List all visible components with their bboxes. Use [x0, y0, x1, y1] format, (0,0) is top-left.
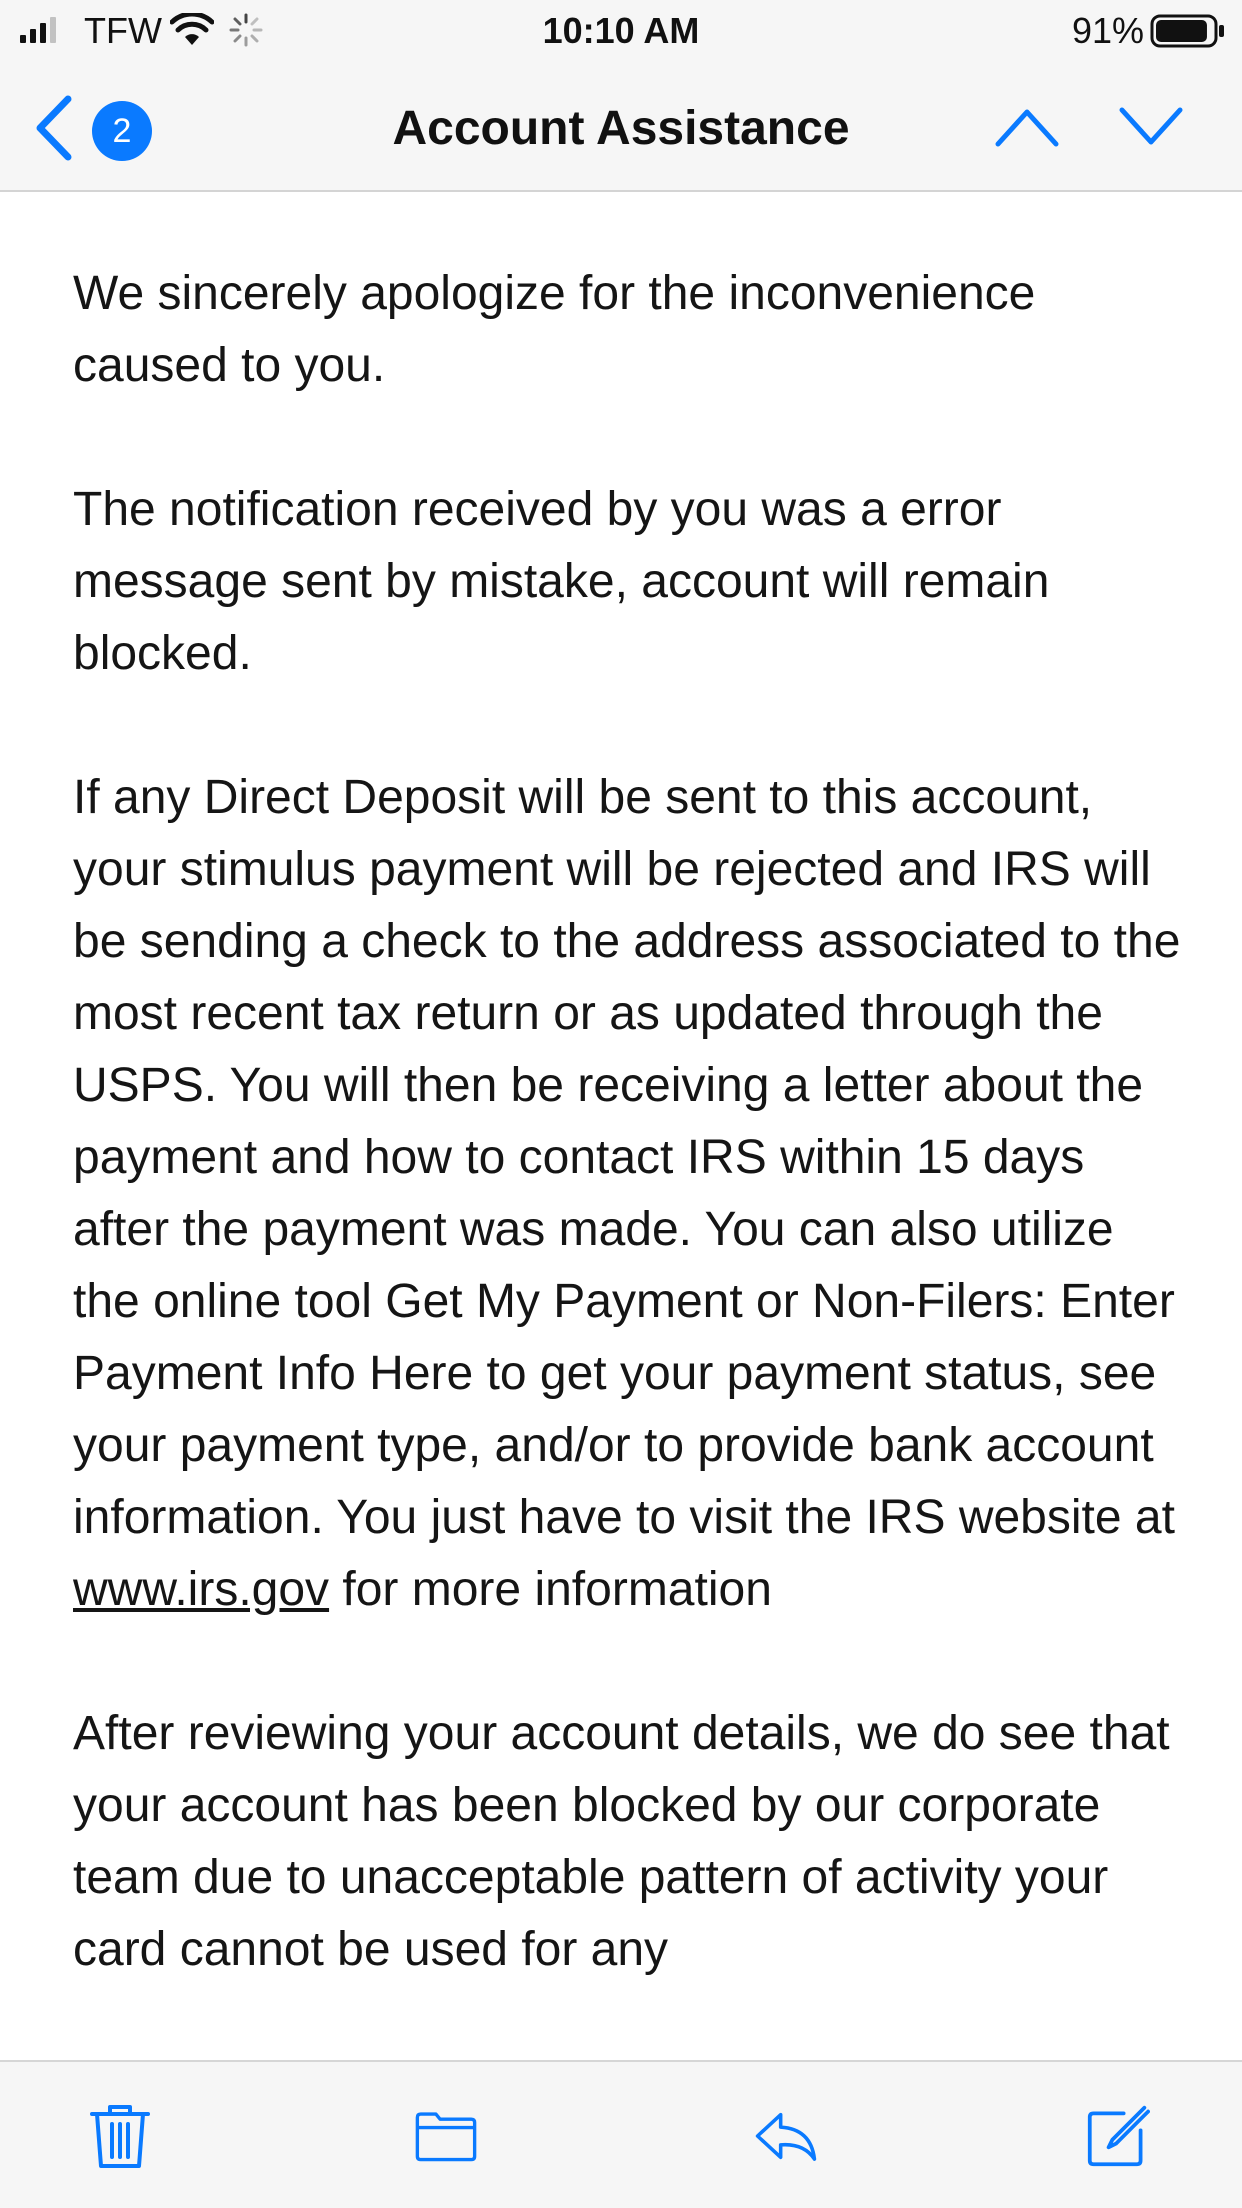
- next-message-icon[interactable]: [1118, 102, 1184, 152]
- reply-icon[interactable]: [754, 2102, 818, 2170]
- message-text: If any Direct Deposit will be sent to th…: [73, 771, 1181, 1544]
- folder-icon[interactable]: [414, 2102, 478, 2170]
- message-body: We sincerely apologize for the inconveni…: [73, 258, 1183, 2058]
- navigation-bar: 2 Account Assistance: [0, 62, 1242, 192]
- previous-message-icon[interactable]: [994, 102, 1060, 152]
- trash-icon[interactable]: [88, 2102, 152, 2170]
- message-paragraph: After reviewing your account details, we…: [73, 1707, 1170, 1976]
- battery-percentage: 91%: [1071, 10, 1144, 51]
- compose-icon[interactable]: [1086, 2102, 1150, 2170]
- message-paragraph-with-link: If any Direct Deposit will be sent to th…: [73, 762, 1183, 1626]
- message-text: for more information: [329, 1563, 772, 1616]
- irs-website-link[interactable]: www.irs.gov: [73, 1563, 329, 1616]
- battery-icon: [1150, 14, 1224, 48]
- bottom-toolbar: [0, 2060, 1242, 2208]
- status-bar: TFW 10:10 AM 91%: [0, 0, 1242, 62]
- clock-time: 10:10 AM: [542, 10, 700, 51]
- message-paragraph: The notification received by you was a e…: [73, 483, 1050, 680]
- message-paragraph: We sincerely apologize for the inconveni…: [73, 267, 1036, 392]
